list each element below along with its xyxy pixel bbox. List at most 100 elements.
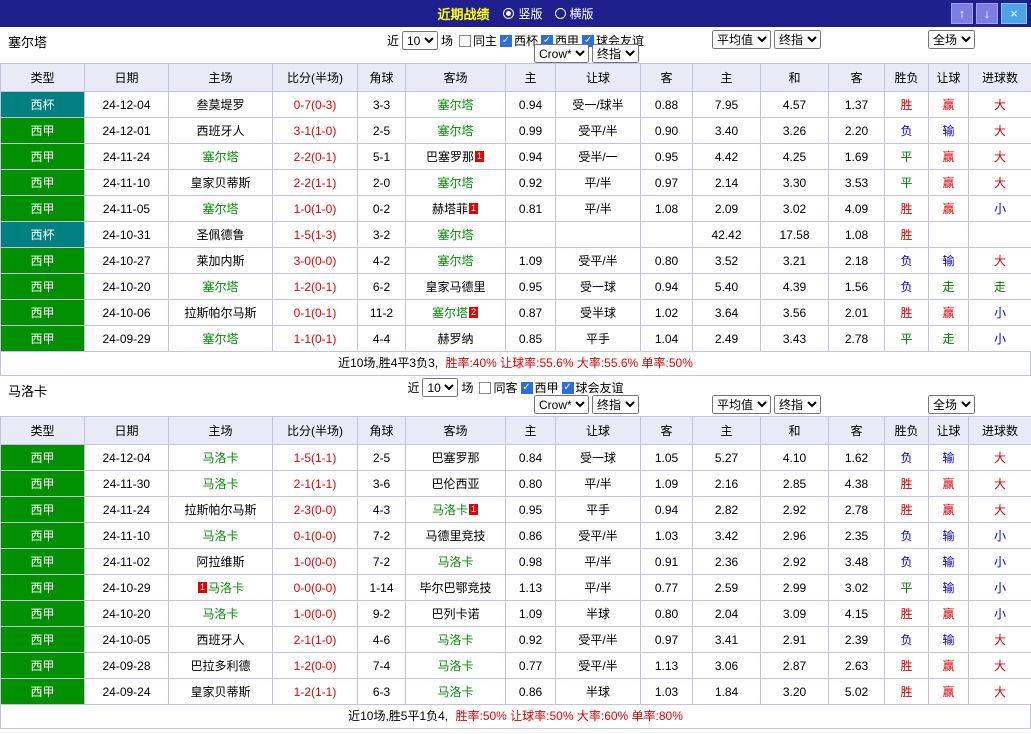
- result-cell: 胜: [884, 470, 929, 497]
- bookmaker-select[interactable]: Crow*: [534, 395, 589, 414]
- checkbox-checked-icon[interactable]: ✓: [561, 381, 574, 394]
- column-header: 胜负: [884, 416, 929, 445]
- match-type: 西甲: [0, 652, 85, 679]
- table-header-row: 类型 日期 主场 比分(半场) 角球 客场主让球客主和客胜负 让球 进球数: [0, 416, 1031, 445]
- column-header: 客: [640, 63, 693, 92]
- scope-select[interactable]: 全场: [928, 30, 975, 49]
- column-header: 让球: [928, 63, 969, 92]
- match-date: 24-11-24: [84, 496, 169, 523]
- avg-home-cell: 3.42: [692, 522, 761, 549]
- handicap-result-cell: 赢: [928, 496, 969, 523]
- score-cell: 2-1(1-1): [272, 470, 358, 497]
- layout-radio-selected[interactable]: 竖版: [503, 5, 543, 22]
- goals-result-cell: 大: [968, 444, 1031, 471]
- home-odds-cell: 1.13: [505, 574, 556, 601]
- result-cell: 平: [884, 143, 929, 170]
- column-header: 胜负: [884, 63, 929, 92]
- avg-away-cell: 2.20: [828, 117, 885, 144]
- goals-result-cell: 小: [968, 522, 1031, 549]
- average-select[interactable]: 平均值: [712, 30, 771, 49]
- avg-home-cell: 3.64: [692, 299, 761, 326]
- result-cell: 胜: [884, 221, 929, 248]
- away-team-cell: 马德里竞技: [405, 522, 506, 549]
- avg-away-cell: 2.35: [828, 522, 885, 549]
- average-select[interactable]: 平均值: [712, 395, 771, 414]
- match-count-select[interactable]: 10: [422, 378, 459, 397]
- bookmaker-time-select[interactable]: 终指: [592, 395, 639, 414]
- match-count-select[interactable]: 10: [401, 31, 438, 50]
- average-time-select[interactable]: 终指: [774, 30, 821, 49]
- avg-home-cell: 2.04: [692, 600, 761, 627]
- goals-result-cell: 大: [968, 626, 1031, 653]
- avg-draw-cell: 2.96: [760, 522, 829, 549]
- filter-checkbox[interactable]: 同客: [479, 379, 518, 396]
- layout-radio-option[interactable]: 横版: [554, 5, 594, 22]
- match-row: 西甲 24-11-10 马洛卡 0-1(0-0) 7-2 马德里竞技 0.86 受平/半 1.0…: [0, 522, 1031, 549]
- table-header-row: 类型 日期 主场 比分(半场) 角球 客场主让球客主和客胜负 让球 进球数: [0, 63, 1031, 92]
- corner-score-cell: 0-2: [357, 195, 406, 222]
- filter-checkbox[interactable]: ✓ 球会友谊: [561, 379, 624, 396]
- corner-score-cell: 11-2: [357, 299, 406, 326]
- column-header: 类型: [0, 416, 85, 445]
- checkbox-checked-icon[interactable]: ✓: [500, 34, 512, 47]
- avg-home-cell: 2.49: [692, 325, 761, 352]
- checkbox-checked-icon[interactable]: ✓: [520, 381, 533, 394]
- away-odds-cell: 1.13: [640, 652, 693, 679]
- column-header: 让球: [928, 416, 969, 445]
- close-button[interactable]: ×: [1001, 3, 1027, 24]
- result-cell: 胜: [884, 652, 929, 679]
- section-header: 塞尔塔 近 10 场 同主 ✓ 西杯 ✓ 西甲 ✓ 球会友谊 Crow* 终指 平均值 终指: [0, 27, 1031, 63]
- away-odds-cell: 1.03: [640, 522, 693, 549]
- bookmaker-select[interactable]: Crow*: [534, 44, 589, 63]
- score-cell: 3-0(0-0): [272, 247, 358, 274]
- radio-icon[interactable]: [554, 8, 566, 19]
- match-row: 西甲 24-10-29 1 马洛卡 0-0(0-0) 1-14 毕尔巴鄂竞技 1.13 平/半 0…: [0, 574, 1031, 601]
- away-odds-cell: 1.03: [640, 678, 693, 705]
- avg-home-cell: 2.16: [692, 470, 761, 497]
- move-up-button[interactable]: ↑: [951, 3, 973, 24]
- summary-rates: 胜率:50% 让球率:50% 大率:60% 单率:80%: [455, 709, 683, 723]
- match-date: 24-10-05: [84, 626, 169, 653]
- team-label: 叁莫堤罗: [196, 98, 245, 112]
- handicap-cell: 平/半: [555, 169, 641, 196]
- average-time-select[interactable]: 终指: [774, 395, 821, 414]
- score-cell: 0-7(0-3): [272, 91, 358, 118]
- match-type: 西甲: [0, 325, 85, 352]
- away-odds-cell: 0.91: [640, 548, 693, 575]
- checkbox-unchecked-icon[interactable]: [479, 381, 492, 394]
- match-row: 西甲 24-09-24 皇家贝蒂斯 1-2(1-1) 6-3 马洛卡 0.86 半球 1.03 1…: [0, 678, 1031, 705]
- handicap-cell: 受一球: [555, 444, 641, 471]
- scope-select[interactable]: 全场: [928, 395, 975, 414]
- radio-icon[interactable]: [503, 8, 515, 19]
- score-cell: 1-5(1-1): [272, 444, 358, 471]
- filter-checkbox[interactable]: ✓ 西甲: [520, 379, 559, 396]
- match-type: 西甲: [0, 143, 85, 170]
- match-row: 西甲 24-10-06 拉斯帕尔马斯 0-1(0-1) 11-2 塞尔塔 2 0.87 受半球 1…: [0, 299, 1031, 326]
- avg-home-cell: 3.40: [692, 117, 761, 144]
- avg-away-cell: 5.02: [828, 678, 885, 705]
- home-team-cell: 叁莫堤罗: [168, 91, 273, 118]
- avg-away-cell: 3.02: [828, 574, 885, 601]
- handicap-cell: 半球: [555, 678, 641, 705]
- bookmaker-time-select[interactable]: 终指: [592, 44, 639, 63]
- corner-score-cell: 5-1: [357, 143, 406, 170]
- corner-score-cell: 9-2: [357, 600, 406, 627]
- handicap-result-cell: 输: [928, 247, 969, 274]
- match-row: 西甲 24-11-24 拉斯帕尔马斯 2-3(0-0) 4-3 马洛卡 1 0.95 平手 0.9…: [0, 496, 1031, 523]
- match-row: 西甲 24-12-04 马洛卡 1-5(1-1) 2-5 巴塞罗那 0.84 受一球 1.05 5…: [0, 444, 1031, 471]
- handicap-result-cell: 输: [928, 626, 969, 653]
- team-label: 巴列卡诺: [431, 607, 480, 621]
- checkbox-unchecked-icon[interactable]: [458, 34, 471, 47]
- goals-result-cell: 大: [968, 91, 1031, 118]
- filter-checkbox[interactable]: ✓ 西杯: [500, 32, 538, 49]
- result-cell: 负: [884, 247, 929, 274]
- filter-checkbox[interactable]: 同主: [458, 32, 497, 49]
- avg-draw-cell: 3.02: [760, 195, 829, 222]
- team-label: 塞尔塔: [437, 98, 474, 112]
- checkbox-label: 同主: [472, 34, 497, 48]
- corner-score-cell: 6-3: [357, 678, 406, 705]
- team-label: 塞尔塔: [202, 332, 239, 346]
- avg-draw-cell: 2.91: [760, 626, 829, 653]
- move-down-button[interactable]: ↓: [976, 3, 998, 24]
- corner-score-cell: 2-5: [357, 117, 406, 144]
